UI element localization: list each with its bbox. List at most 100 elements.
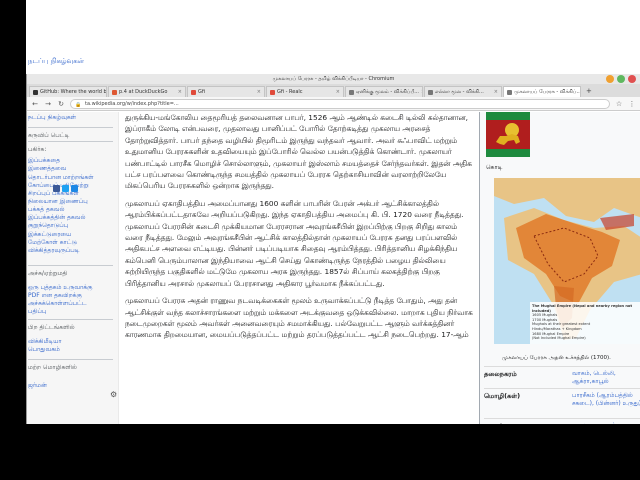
twitter-icon[interactable] — [62, 185, 69, 192]
desktop-left-edge — [0, 0, 26, 480]
title-bar: முகலாயப் பேரரசு - தமிழ் விக்கிப்பீடியா -… — [27, 74, 640, 84]
sidebar-separator — [28, 265, 113, 266]
close-window-icon[interactable] — [628, 75, 636, 83]
google-icon[interactable] — [71, 185, 78, 192]
minimize-icon[interactable] — [606, 75, 614, 83]
infobox-row-value[interactable]: வாகம், டெல்லி, ஆக்ரா,காபூல் — [572, 370, 640, 386]
map-legend-title: The Mughal Empire (Nepal and nearby regi… — [532, 304, 633, 313]
browser-tab[interactable]: எல்லா மூல - விக்கி... × — [424, 86, 502, 97]
tab-favicon-icon — [428, 89, 433, 95]
tab-label: எல்லா மூல - விக்கி... — [435, 89, 484, 95]
empire-map[interactable]: The Mughal Empire (Nepal and nearby regi… — [494, 178, 640, 344]
browser-tab[interactable]: Gfi - Realc × — [266, 86, 344, 97]
wiki-sidebar: நடப்பு நிகழ்வுகள் கருவிப் பெட்டி பகிர்க: இப… — [27, 112, 119, 424]
map-legend-entry: (Not Included Mughal Empire) — [532, 336, 586, 341]
share-icons — [53, 185, 78, 192]
reload-icon[interactable]: ↻ — [57, 100, 65, 108]
infobox-row-label: தலைநகரம் — [484, 370, 517, 378]
infobox-row-value[interactable]: பாரசீகம் (ஆரம்பத்தில் சகடை), (பின்னர்) உ… — [572, 392, 640, 408]
infobox-row: சமயம் முகலாய சமயம் — [484, 418, 640, 424]
sidebar-link[interactable]: PDF என தகவிறக்கு — [28, 292, 82, 299]
tab-close-icon[interactable]: × — [336, 87, 340, 97]
tab-favicon-icon — [507, 89, 512, 95]
new-tab-icon[interactable]: + — [582, 86, 596, 97]
tab-label: Gfi - Realc — [277, 89, 303, 95]
tab-favicon-icon — [270, 89, 275, 95]
sidebar-separator — [28, 127, 113, 128]
tab-favicon-icon — [33, 89, 38, 95]
sidebar-link[interactable]: அச்சுக்கொள்ளப்பட்ட — [28, 300, 87, 307]
sidebar-link[interactable]: இணைத்தவை — [28, 165, 66, 172]
lion-sun-emblem — [496, 123, 520, 145]
tab-label: முகலாயப் பேரரசு - விக்கிப்... — [514, 89, 581, 95]
tab-label: ஏனிக்கு மூலம் - விக்கிப்பீ... — [356, 89, 419, 95]
url-text: ta.wikipedia.org/w/index.php?title=... — [85, 100, 179, 107]
facebook-icon[interactable] — [53, 185, 60, 192]
sidebar-heading: கருவிப் பெட்டி — [28, 132, 70, 139]
tab-close-icon[interactable]: × — [257, 87, 261, 97]
infobox: கொடி The Mughal Empire (Nepal and nearby… — [479, 112, 640, 424]
tab-close-icon[interactable]: × — [421, 87, 422, 97]
sidebar-link[interactable]: நிலையான இணைப்பு — [28, 198, 88, 205]
bg-sidebar-link: நடப்பு நிகழ்வுகள் — [28, 57, 85, 65]
article-paragraph: துருக்கிய-மங்கோலிய தைமூரியத் தலைவனான பாப… — [125, 113, 472, 191]
tab-close-icon[interactable]: × — [178, 87, 182, 97]
infobox-row-label: மொழி(கள்) — [484, 392, 521, 400]
sidebar-separator — [28, 359, 113, 360]
browser-tab[interactable]: முகலாயப் பேரரசு - விக்கிப்...× — [503, 86, 581, 97]
tab-label: Gfi — [198, 89, 206, 95]
infobox-row-value[interactable]: முகலாய சமயம் — [572, 422, 640, 424]
page-content: நடப்பு நிகழ்வுகள் கருவிப் பெட்டி பகிர்க: இப… — [27, 112, 640, 424]
article-body: துருக்கிய-மங்கோலிய தைமூரியத் தலைவனான பாப… — [125, 112, 477, 424]
sidebar-link[interactable]: இப்பக்கத்தின் தகவல் — [28, 214, 85, 221]
sidebar-heading: பிற திட்டங்களில் — [28, 324, 75, 331]
forward-icon[interactable]: → — [44, 100, 52, 108]
infobox-row: மொழி(கள்) பாரசீகம் (ஆரம்பத்தில் சகடை), (ப… — [484, 388, 640, 407]
sidebar-link[interactable]: பொதுவகம் — [28, 346, 60, 353]
sidebar-link[interactable]: பக்கத் தகவல் — [28, 206, 64, 213]
tab-favicon-icon — [191, 89, 196, 95]
sidebar-link[interactable]: தொடர்பான மாற்றங்கள் — [28, 174, 94, 181]
tab-close-icon[interactable]: × — [494, 87, 498, 97]
flag-image[interactable] — [486, 112, 530, 157]
address-bar[interactable]: 🔒 ta.wikipedia.org/w/index.php?title=... — [70, 98, 610, 109]
sidebar-link[interactable]: விக்கிமீடியா — [28, 338, 61, 345]
map-legend: The Mughal Empire (Nepal and nearby regi… — [532, 304, 638, 341]
browser-tab[interactable]: p.4 at DuckDuckGo × — [108, 86, 186, 97]
browser-tab[interactable]: GitHub: Where the world bui× — [29, 86, 107, 97]
tab-label: GitHub: Where the world bui — [40, 89, 107, 95]
infobox-row-label: சமயம் — [484, 422, 504, 424]
infobox-row: தலைநகரம் வாகம், டெல்லி, ஆக்ரா,காபூல் — [484, 366, 640, 385]
maximize-icon[interactable] — [617, 75, 625, 83]
gear-icon[interactable]: ⚙ — [110, 390, 117, 399]
sidebar-link[interactable]: இக்கட்டுரையை — [28, 231, 71, 238]
window-title: முகலாயப் பேரரசு - தமிழ் விக்கிப்பீடியா -… — [272, 76, 395, 82]
sidebar-separator — [28, 319, 113, 320]
sidebar-link[interactable]: இப்பக்கதை — [28, 157, 60, 164]
tab-favicon-icon — [349, 89, 354, 95]
sidebar-separator — [28, 141, 113, 142]
article-paragraph: முகலாயப் பேரரசு அதன் ராணுவ நடவடிக்கைகள் … — [125, 296, 473, 340]
lock-icon: 🔒 — [75, 101, 82, 108]
browser-window: முகலாயப் பேரரசு - தமிழ் விக்கிப்பீடியா -… — [26, 74, 640, 424]
sidebar-heading: அச்சு/ஏற்றுமதி — [28, 270, 68, 277]
background-wiki-page: நடப்பு நிகழ்வுகள் — [0, 0, 640, 78]
browser-tab[interactable]: ஏனிக்கு மூலம் - விக்கிப்பீ...× — [345, 86, 423, 97]
sidebar-link[interactable]: நடப்பு நிகழ்வுகள் — [28, 114, 76, 121]
sidebar-link[interactable]: பதிப்பு — [28, 308, 46, 315]
sidebar-heading: மற்ற மொழிகளில் — [28, 364, 77, 371]
sidebar-link[interactable]: ஜர்மன் — [28, 382, 47, 389]
back-icon[interactable]: ← — [31, 100, 39, 108]
sidebar-link[interactable]: ஒரு புத்தகம் உருவாக்கு — [28, 284, 92, 291]
flag-caption: கொடி — [486, 164, 503, 171]
sidebar-link[interactable]: மேற்கோள் காட்டு — [28, 239, 77, 246]
sidebar-link[interactable]: விக்கித்தரவுருப்படி — [28, 247, 80, 254]
menu-icon[interactable]: ⋮ — [628, 100, 636, 108]
star-icon[interactable]: ☆ — [615, 100, 623, 108]
sidebar-link[interactable]: குறுந்தொடுப்பு — [28, 222, 68, 229]
browser-tab[interactable]: Gfi × — [187, 86, 265, 97]
map-caption: முகலாயப் பேரரசு அதன் உச்சத்தில் (1700). — [502, 355, 611, 361]
article-paragraph: முகலாயப் ஏகாதிபத்திய அமைப்பானது 1600 களி… — [125, 198, 464, 288]
nav-toolbar: ← → ↻ 🔒 ta.wikipedia.org/w/index.php?tit… — [27, 97, 640, 111]
tab-label: p.4 at DuckDuckGo — [119, 89, 168, 95]
